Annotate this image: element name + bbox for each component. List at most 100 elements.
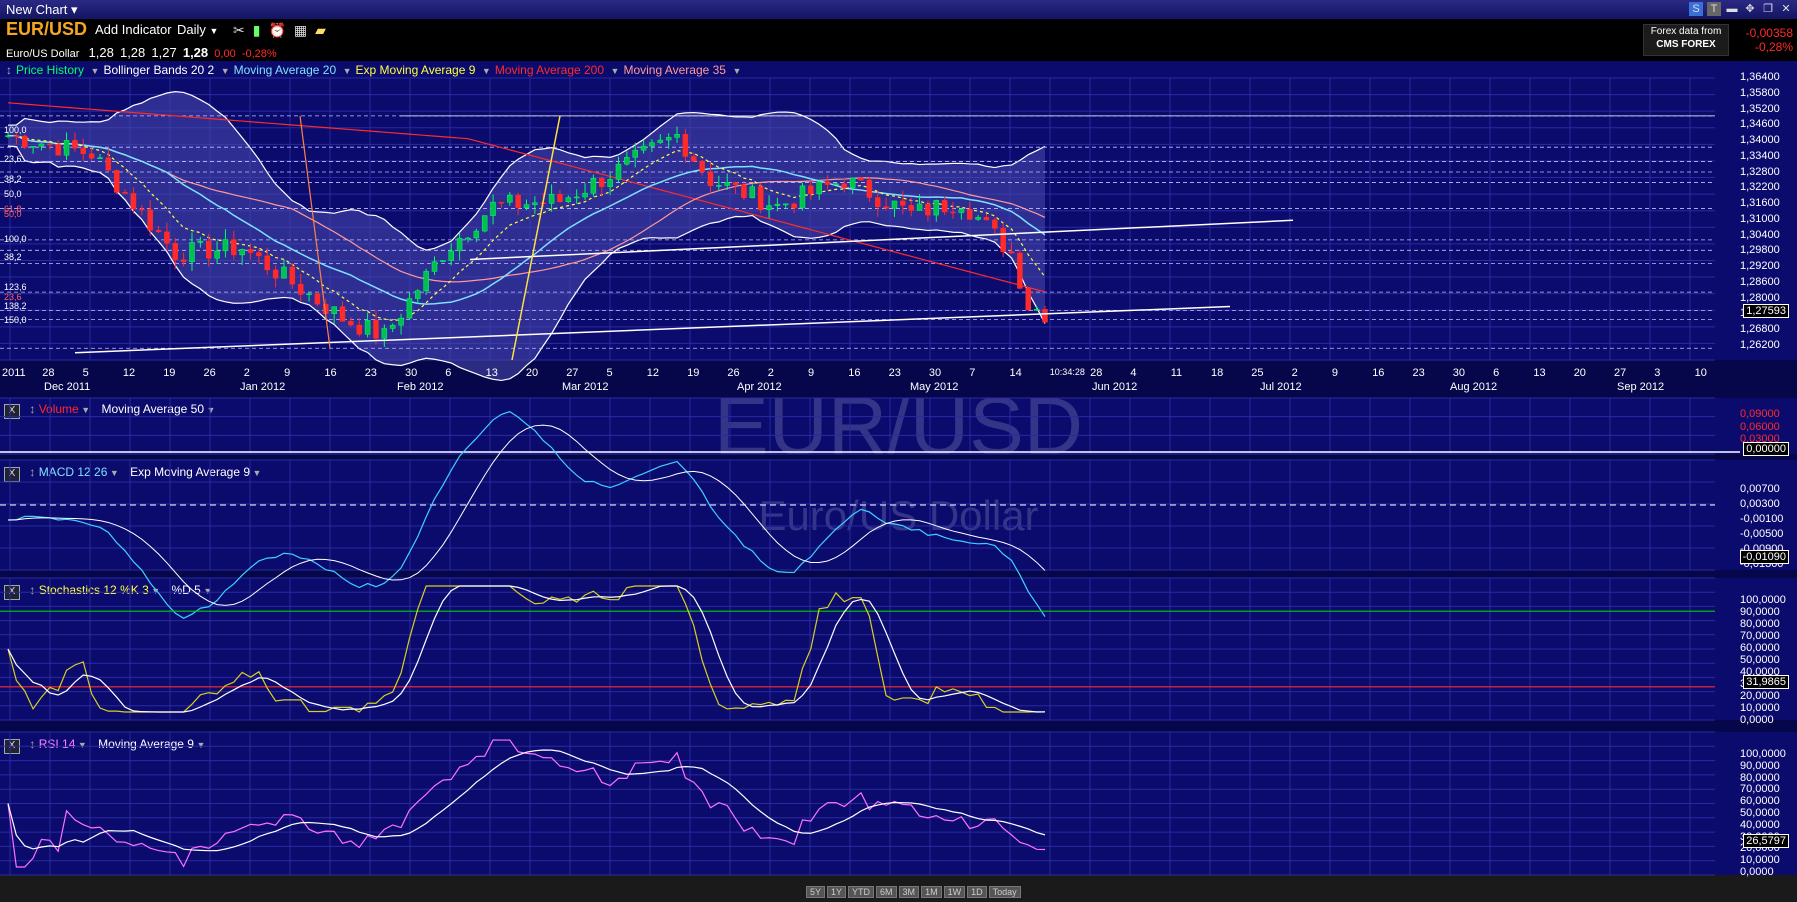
candle-body [699, 161, 705, 172]
candle-body [741, 184, 747, 199]
candle-body [515, 194, 521, 208]
stoch-axis-label: 20,0000 [1740, 690, 1780, 702]
candle-body [816, 181, 822, 195]
stoch-axis-label: 70,0000 [1740, 630, 1780, 642]
price-axis-label: 1,29800 [1740, 244, 1780, 257]
candle-body [749, 186, 756, 199]
time-axis-day: 13 [485, 367, 498, 379]
fib-label: 123,6 [4, 282, 27, 292]
rsi-axis-label: 90,0000 [1740, 759, 1780, 772]
candle-body [665, 137, 672, 141]
price-axis-label: 1,34600 [1740, 118, 1780, 131]
time-axis-day: 11 [1170, 367, 1183, 379]
candle-body [766, 205, 772, 210]
candle-body [498, 201, 505, 204]
candle-body [557, 194, 563, 203]
candle-body [348, 321, 354, 326]
time-axis-day: 30 [1452, 367, 1466, 379]
candle-body [72, 140, 78, 149]
candle-body [640, 145, 647, 151]
candle-body [657, 139, 664, 143]
candle-body [1025, 288, 1032, 311]
candle-body [164, 231, 170, 244]
candle-body [883, 206, 889, 209]
candle-body [339, 306, 346, 322]
candle-body [841, 183, 848, 188]
candle-body [113, 170, 120, 193]
time-axis-month: Jul 2012 [1260, 381, 1302, 393]
price-axis-label: 1,26200 [1740, 339, 1780, 351]
candle-body [573, 196, 580, 199]
price-axis-label: 1,28000 [1740, 291, 1780, 304]
range-button[interactable]: 1M [921, 886, 942, 898]
price-axis-label: 1,35800 [1740, 86, 1780, 99]
time-axis-day: 3 [1654, 367, 1661, 379]
candle-body [47, 143, 53, 146]
rsi-axis-label: 0,0000 [1740, 866, 1774, 878]
range-button[interactable]: 5Y [806, 886, 826, 898]
candle-body [808, 185, 814, 195]
candle-body [992, 219, 998, 229]
candle-body [456, 238, 463, 252]
time-axis-day: 9 [284, 367, 291, 379]
candle-body [364, 320, 371, 335]
candle-body [532, 202, 538, 205]
candle-body [306, 293, 312, 295]
range-button[interactable]: 1D [967, 886, 987, 898]
fib-label: 50,0 [4, 209, 22, 219]
candle-body [891, 200, 898, 209]
time-axis-day: 23 [1412, 367, 1425, 379]
candle-body [197, 240, 204, 243]
chart-canvas[interactable] [0, 0, 1797, 902]
time-axis-day: 26 [203, 367, 216, 379]
stoch-current-label: 31,9865 [1743, 675, 1789, 689]
candle-body [950, 211, 956, 214]
stoch-axis-label: 80,0000 [1740, 618, 1780, 630]
time-axis-day: 6 [1493, 367, 1500, 379]
candle-body [281, 266, 287, 279]
candle-body [381, 328, 388, 339]
price-axis-label: 1,29200 [1740, 260, 1780, 273]
time-axis-day: 2 [1291, 367, 1298, 379]
candle-body [205, 240, 212, 259]
volume-axis-label: 0,06000 [1740, 420, 1780, 433]
range-button[interactable]: 1Y [827, 886, 847, 898]
time-axis-day: 19 [687, 367, 700, 379]
time-axis-day: 9 [808, 367, 815, 379]
candle-body [289, 266, 296, 285]
time-axis-day: 16 [324, 367, 337, 379]
candle-body [55, 144, 61, 156]
price-axis-label: 1,35200 [1740, 102, 1780, 115]
range-button[interactable]: YTD [848, 886, 875, 898]
time-axis-month: Aug 2012 [1450, 381, 1498, 393]
macd-axis-label: -0,00500 [1740, 528, 1784, 540]
candle-body [933, 200, 940, 216]
range-button[interactable]: 1W [943, 886, 966, 898]
candle-body [139, 208, 145, 211]
price-axis-label: 1,30400 [1740, 228, 1780, 241]
time-axis-day: 30 [405, 367, 418, 379]
time-axis-day: 19 [163, 367, 176, 379]
time-axis-day: 5 [82, 367, 89, 379]
candle-body [97, 157, 103, 160]
candle-body [189, 242, 195, 262]
range-button[interactable]: Today [988, 886, 1021, 898]
candle-body [1017, 252, 1023, 289]
candle-body [774, 203, 781, 206]
candle-body [783, 203, 789, 206]
range-button[interactable]: 3M [898, 886, 920, 898]
candle-body [30, 146, 36, 148]
fib-label: 50,0 [4, 189, 22, 199]
candle-body [423, 271, 429, 292]
range-button[interactable]: 6M [876, 886, 897, 898]
candle-body [222, 239, 229, 252]
rsi-ma-line [7, 749, 1046, 852]
candle-body [966, 209, 973, 220]
candle-body [214, 250, 220, 259]
candle-body [13, 135, 20, 137]
price-axis-label: 1,36400 [1740, 71, 1780, 83]
time-axis-month: Mar 2012 [562, 381, 609, 393]
time-axis-day: 2011 [2, 367, 26, 379]
candle-body [707, 171, 714, 187]
candle-body [398, 317, 404, 326]
